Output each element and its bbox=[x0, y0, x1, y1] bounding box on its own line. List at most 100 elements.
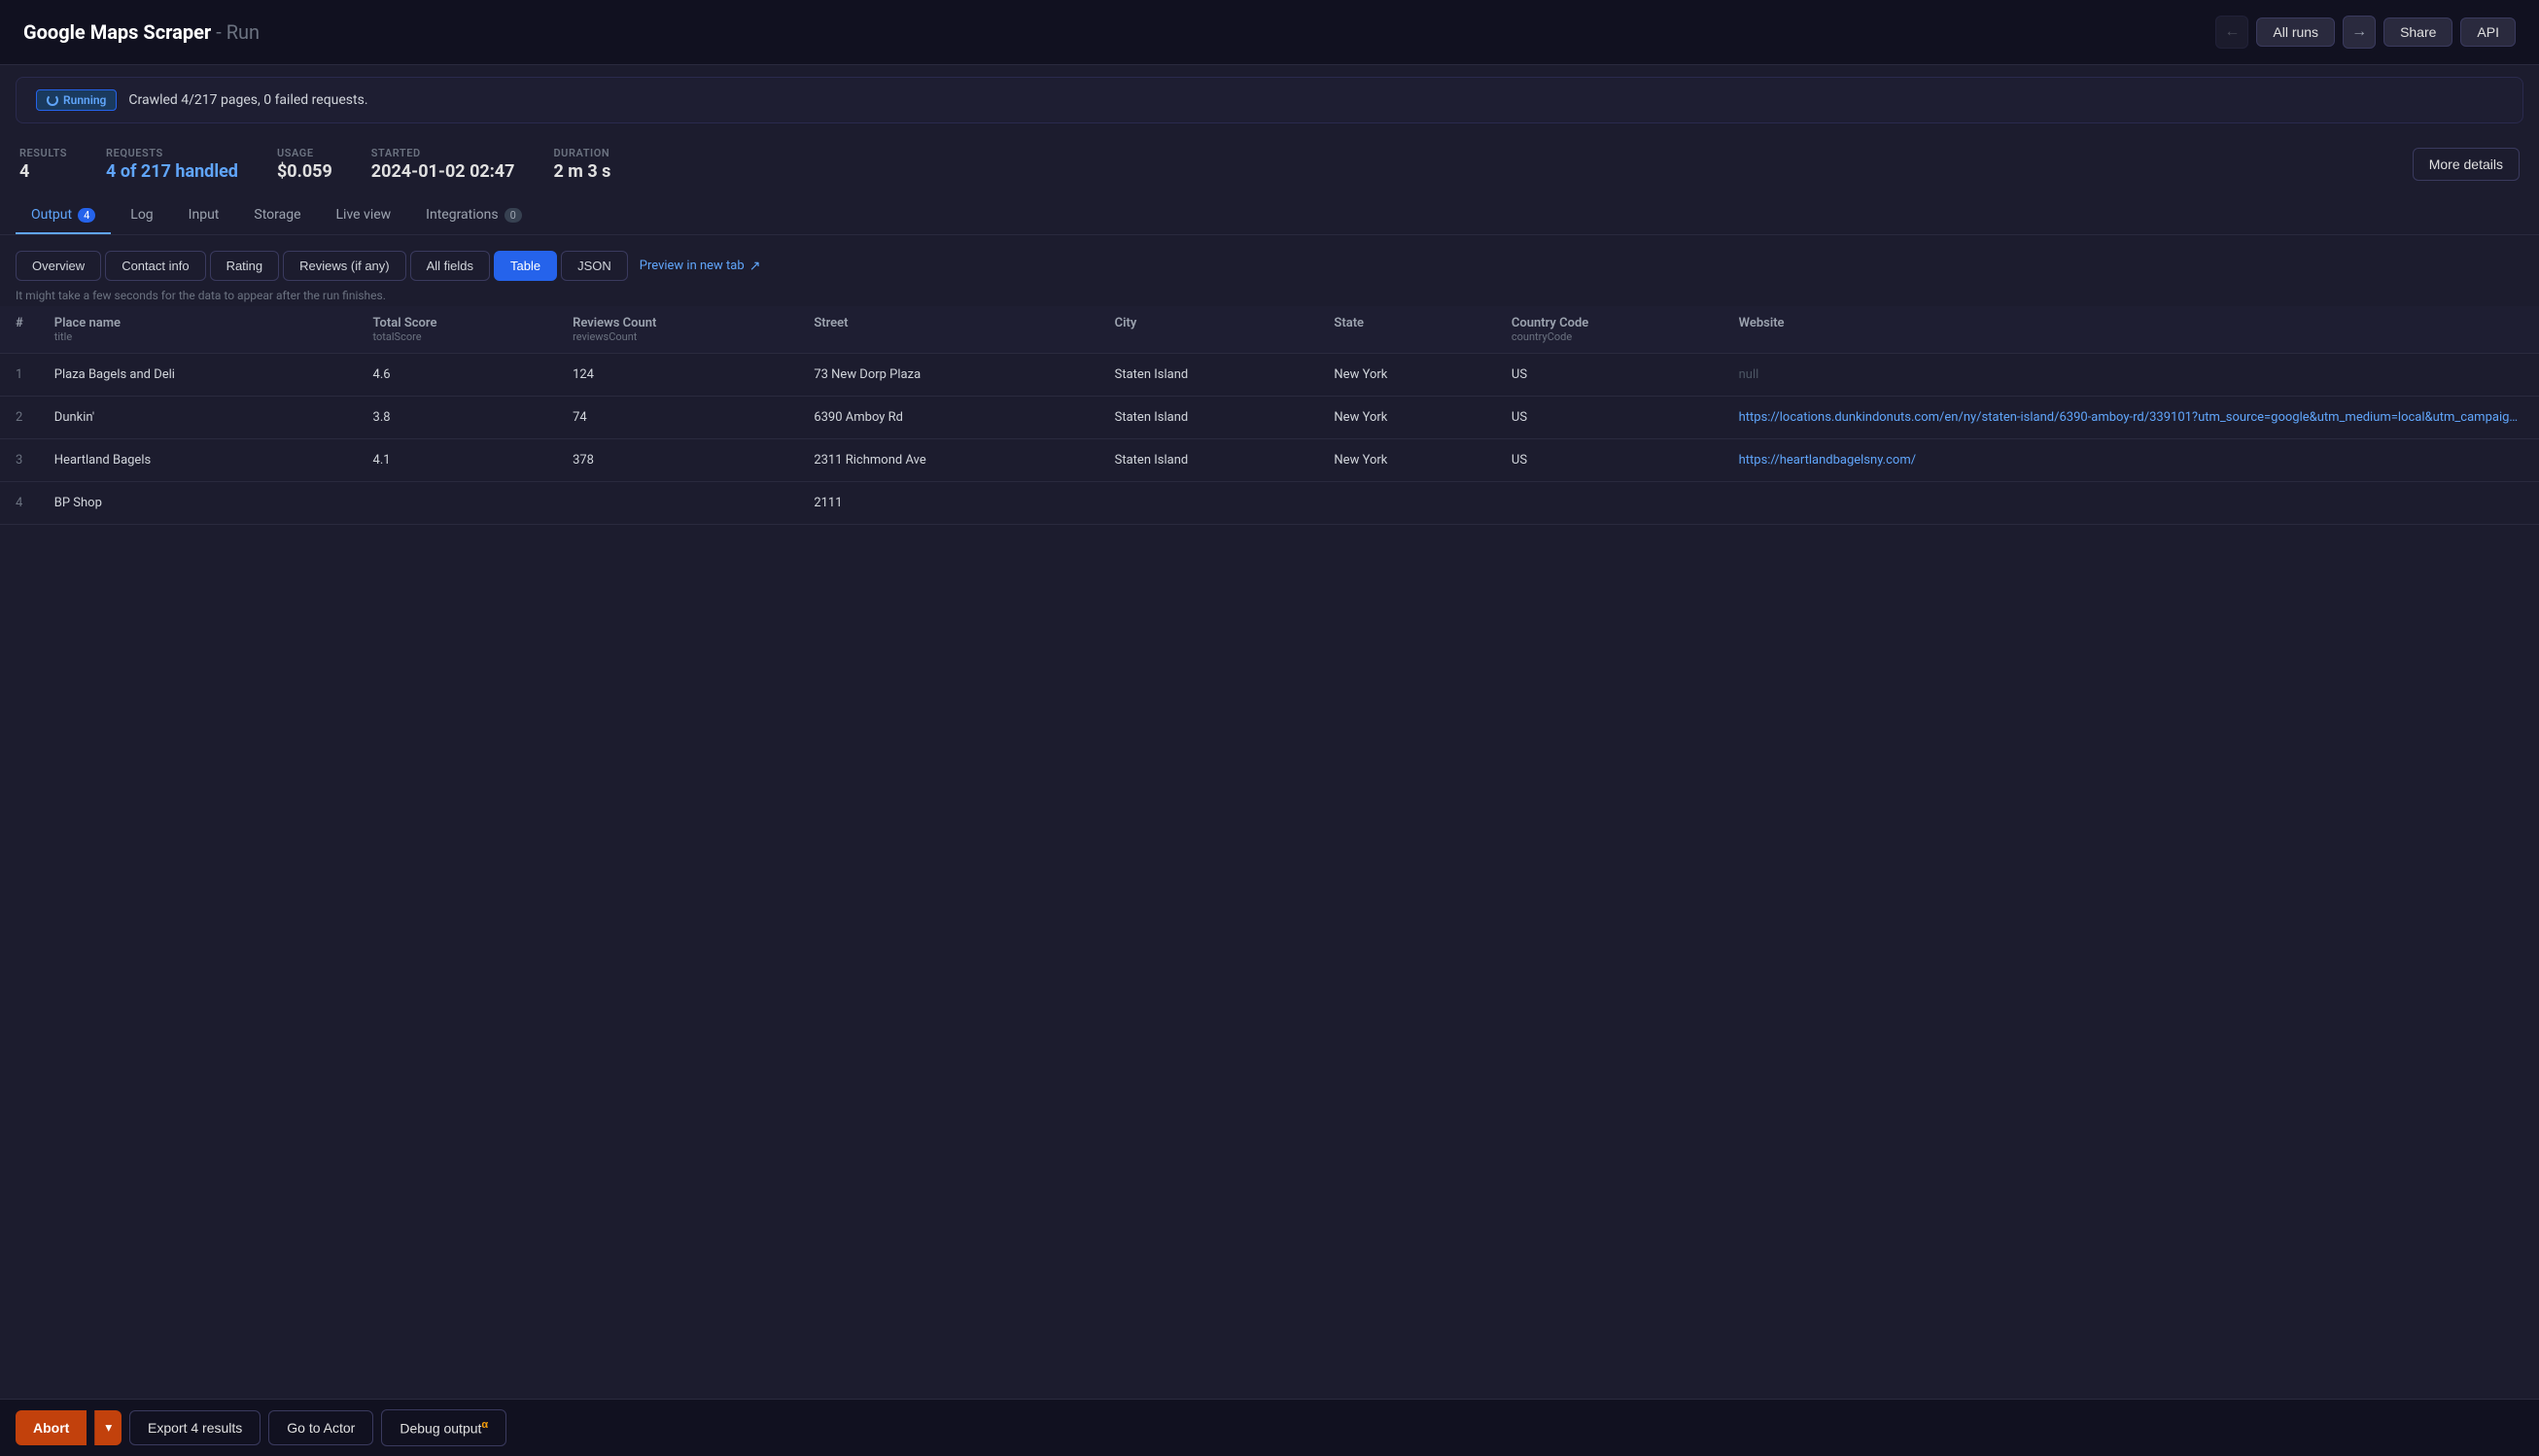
cell-website: null bbox=[1723, 354, 2539, 397]
running-badge: Running bbox=[36, 89, 117, 111]
col-total-score: Total Score totalScore bbox=[358, 306, 558, 354]
cell-num: 2 bbox=[0, 397, 39, 439]
tab-storage[interactable]: Storage bbox=[238, 197, 316, 234]
abort-caret-button[interactable]: ▾ bbox=[94, 1410, 122, 1445]
stat-duration: DURATION 2 m 3 s bbox=[553, 147, 610, 182]
table-row: 4BP Shop2111 bbox=[0, 482, 2539, 525]
stat-usage: USAGE $0.059 bbox=[277, 147, 332, 182]
cell-city bbox=[1099, 482, 1319, 525]
tab-liveview[interactable]: Live view bbox=[321, 197, 407, 234]
cell-street: 2111 bbox=[798, 482, 1098, 525]
col-num: # bbox=[0, 306, 39, 354]
cell-website[interactable]: https://heartlandbagelsny.com/ bbox=[1723, 439, 2539, 482]
cell-total-score: 4.6 bbox=[358, 354, 558, 397]
forward-button[interactable]: → bbox=[2343, 16, 2376, 49]
spinner-icon bbox=[47, 94, 58, 106]
cell-street: 6390 Amboy Rd bbox=[798, 397, 1098, 439]
header: Google Maps Scraper - Run ← All runs → S… bbox=[0, 0, 2539, 65]
table-hint: It might take a few seconds for the data… bbox=[0, 281, 2539, 306]
cell-city: Staten Island bbox=[1099, 354, 1319, 397]
cell-num: 1 bbox=[0, 354, 39, 397]
alpha-badge: α bbox=[481, 1419, 488, 1431]
cell-state: New York bbox=[1318, 397, 1495, 439]
cell-place-name: Heartland Bagels bbox=[39, 439, 358, 482]
go-to-actor-button[interactable]: Go to Actor bbox=[268, 1410, 373, 1445]
cell-place-name: Dunkin' bbox=[39, 397, 358, 439]
col-street: Street bbox=[798, 306, 1098, 354]
col-state: State bbox=[1318, 306, 1495, 354]
data-table: # Place name title Total Score totalScor… bbox=[0, 306, 2539, 525]
cell-num: 4 bbox=[0, 482, 39, 525]
website-link[interactable]: https://heartlandbagelsny.com/ bbox=[1739, 453, 1916, 468]
col-reviews-count: Reviews Count reviewsCount bbox=[557, 306, 798, 354]
table-body: 1Plaza Bagels and Deli4.612473 New Dorp … bbox=[0, 354, 2539, 525]
cell-reviews-count bbox=[557, 482, 798, 525]
cell-street: 2311 Richmond Ave bbox=[798, 439, 1098, 482]
main-tabs: Output 4 Log Input Storage Live view Int… bbox=[0, 197, 2539, 235]
cell-reviews-count: 378 bbox=[557, 439, 798, 482]
cell-total-score: 3.8 bbox=[358, 397, 558, 439]
footer-toolbar: Abort ▾ Export 4 results Go to Actor Deb… bbox=[0, 1399, 2539, 1456]
cell-state: New York bbox=[1318, 439, 1495, 482]
cell-country-code: US bbox=[1496, 439, 1723, 482]
col-country-code: Country Code countryCode bbox=[1496, 306, 1723, 354]
view-tab-rating[interactable]: Rating bbox=[210, 251, 280, 281]
table-row: 3Heartland Bagels4.13782311 Richmond Ave… bbox=[0, 439, 2539, 482]
stat-started: STARTED 2024-01-02 02:47 bbox=[371, 147, 515, 182]
cell-country-code: US bbox=[1496, 354, 1723, 397]
view-tab-allfields[interactable]: All fields bbox=[410, 251, 490, 281]
cell-street: 73 New Dorp Plaza bbox=[798, 354, 1098, 397]
tab-log[interactable]: Log bbox=[115, 197, 168, 234]
cell-country-code bbox=[1496, 482, 1723, 525]
col-place-name: Place name title bbox=[39, 306, 358, 354]
cell-country-code: US bbox=[1496, 397, 1723, 439]
view-tab-table[interactable]: Table bbox=[494, 251, 557, 281]
view-tab-json[interactable]: JSON bbox=[561, 251, 628, 281]
view-tab-overview[interactable]: Overview bbox=[16, 251, 101, 281]
stat-requests: REQUESTS 4 of 217 handled bbox=[106, 147, 238, 182]
abort-button[interactable]: Abort bbox=[16, 1410, 87, 1445]
table-row: 1Plaza Bagels and Deli4.612473 New Dorp … bbox=[0, 354, 2539, 397]
cell-state: New York bbox=[1318, 354, 1495, 397]
cell-state bbox=[1318, 482, 1495, 525]
col-website: Website bbox=[1723, 306, 2539, 354]
col-city: City bbox=[1099, 306, 1319, 354]
debug-output-button[interactable]: Debug output α bbox=[381, 1409, 506, 1446]
share-button[interactable]: Share bbox=[2383, 17, 2452, 47]
export-button[interactable]: Export 4 results bbox=[129, 1410, 261, 1445]
table-header-row: # Place name title Total Score totalScor… bbox=[0, 306, 2539, 354]
stats-row: RESULTS 4 REQUESTS 4 of 217 handled USAG… bbox=[0, 135, 2539, 197]
back-button[interactable]: ← bbox=[2215, 16, 2248, 49]
view-tab-reviews[interactable]: Reviews (if any) bbox=[283, 251, 405, 281]
external-link-icon: ↗ bbox=[749, 259, 761, 274]
api-button[interactable]: API bbox=[2460, 17, 2516, 47]
cell-website bbox=[1723, 482, 2539, 525]
cell-city: Staten Island bbox=[1099, 397, 1319, 439]
tab-input[interactable]: Input bbox=[173, 197, 235, 234]
cell-reviews-count: 124 bbox=[557, 354, 798, 397]
more-details-button[interactable]: More details bbox=[2413, 148, 2520, 181]
page-title: Google Maps Scraper - Run bbox=[23, 20, 260, 44]
cell-place-name: Plaza Bagels and Deli bbox=[39, 354, 358, 397]
cell-total-score: 4.1 bbox=[358, 439, 558, 482]
cell-reviews-count: 74 bbox=[557, 397, 798, 439]
cell-city: Staten Island bbox=[1099, 439, 1319, 482]
integrations-badge: 0 bbox=[504, 208, 522, 223]
all-runs-button[interactable]: All runs bbox=[2256, 17, 2335, 47]
stat-results: RESULTS 4 bbox=[19, 147, 67, 182]
output-badge: 4 bbox=[78, 208, 95, 223]
app-container: Google Maps Scraper - Run ← All runs → S… bbox=[0, 0, 2539, 1456]
status-bar: Running Crawled 4/217 pages, 0 failed re… bbox=[16, 77, 2523, 123]
tab-integrations[interactable]: Integrations 0 bbox=[410, 197, 538, 234]
cell-website[interactable]: https://locations.dunkindonuts.com/en/ny… bbox=[1723, 397, 2539, 439]
preview-in-new-tab-link[interactable]: Preview in new tab ↗ bbox=[640, 259, 761, 274]
view-tabs: Overview Contact info Rating Reviews (if… bbox=[0, 235, 2539, 281]
website-link[interactable]: https://locations.dunkindonuts.com/en/ny… bbox=[1739, 410, 2539, 425]
table-row: 2Dunkin'3.8746390 Amboy RdStaten IslandN… bbox=[0, 397, 2539, 439]
data-table-wrapper[interactable]: # Place name title Total Score totalScor… bbox=[0, 306, 2539, 1399]
cell-num: 3 bbox=[0, 439, 39, 482]
tab-output[interactable]: Output 4 bbox=[16, 197, 111, 234]
header-actions: ← All runs → Share API bbox=[2215, 16, 2516, 49]
cell-total-score bbox=[358, 482, 558, 525]
view-tab-contact[interactable]: Contact info bbox=[105, 251, 205, 281]
